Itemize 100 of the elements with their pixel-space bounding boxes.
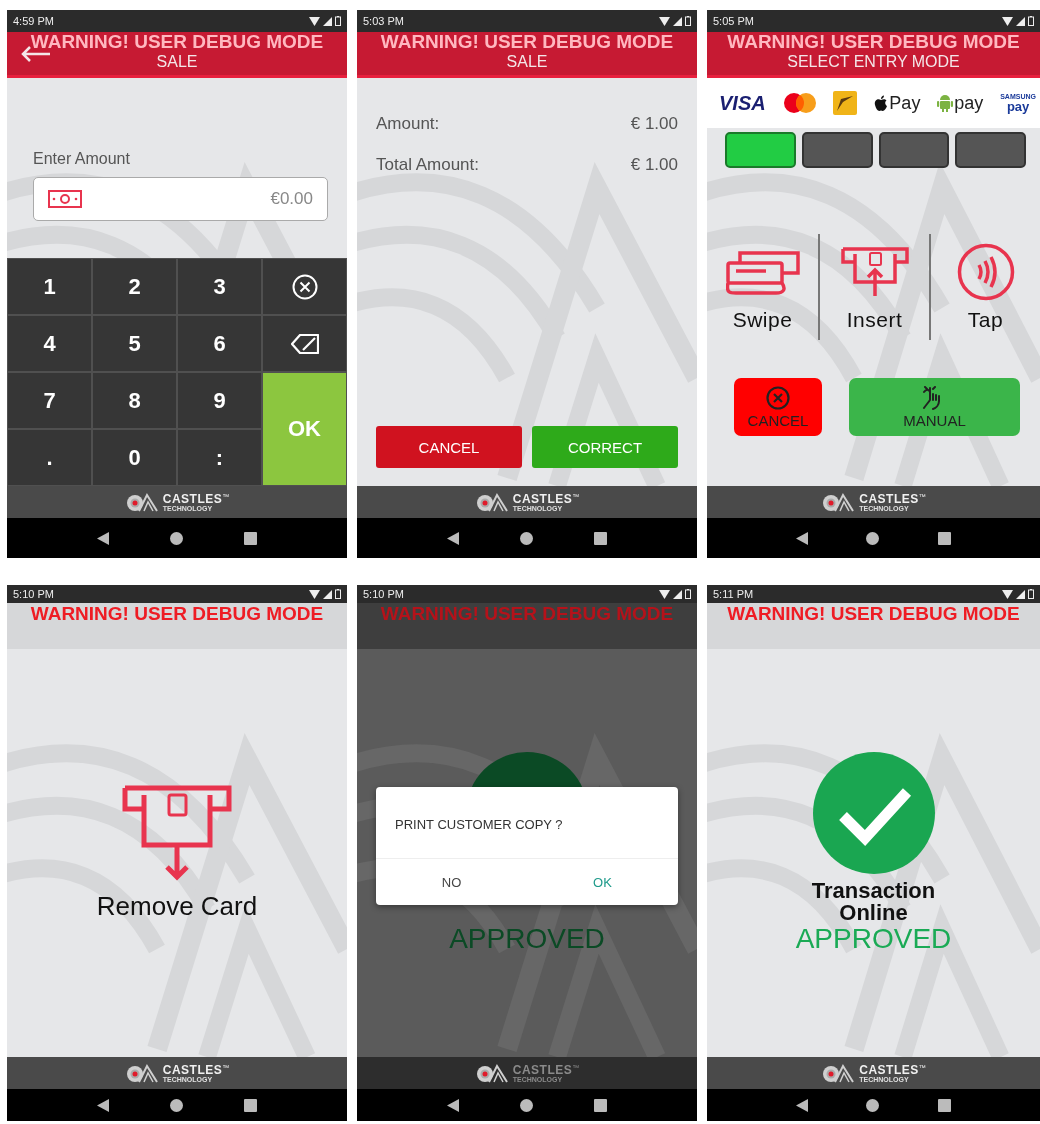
row-value: € 1.00: [630, 114, 678, 134]
keypad-key[interactable]: 8: [92, 372, 177, 429]
home-icon[interactable]: [866, 531, 880, 545]
signal-icon: [323, 589, 332, 599]
back-icon[interactable]: [796, 1098, 809, 1112]
battery-icon: [685, 16, 691, 26]
home-icon[interactable]: [520, 531, 533, 545]
logo-icon: [474, 492, 509, 512]
home-icon[interactable]: [170, 531, 183, 545]
status-time: 4:59 PM: [13, 15, 54, 27]
brand-name: CASTLES: [512, 1063, 573, 1076]
approved-status: APPROVED: [795, 924, 952, 954]
keypad-key[interactable]: 7: [7, 372, 92, 429]
cancel-button[interactable]: CANCEL: [734, 378, 822, 436]
recents-icon[interactable]: [593, 531, 607, 545]
signal-icon: [673, 589, 682, 599]
keypad-key[interactable]: 1: [7, 258, 92, 315]
approved-status: APPROVED: [449, 924, 605, 954]
entry-option-label[interactable]: Insert: [846, 308, 903, 332]
keypad-key[interactable]: :: [177, 429, 262, 486]
keypad-key[interactable]: 3: [177, 258, 262, 315]
home-icon[interactable]: [866, 1098, 880, 1112]
robot-icon: [937, 94, 954, 112]
logo-icon: [124, 492, 159, 512]
keypad-key[interactable]: 6: [177, 315, 262, 372]
keypad-key[interactable]: 2: [92, 258, 177, 315]
status-time: 5:11 PM: [713, 588, 754, 600]
logo-icon: [474, 1063, 509, 1083]
pay-logo-text: pay: [1006, 100, 1030, 113]
keypad-key[interactable]: .: [7, 429, 92, 486]
entry-option-label[interactable]: Tap: [967, 308, 1004, 332]
no-button[interactable]: NO: [376, 859, 527, 905]
battery-icon: [1028, 589, 1034, 599]
keypad-key[interactable]: 5: [92, 315, 177, 372]
battery-icon: [335, 16, 341, 26]
row-label: Total Amount:: [376, 155, 479, 175]
signal-icon: [1016, 16, 1025, 26]
keypad-key[interactable]: 0: [92, 429, 177, 486]
wifi-icon: [1002, 589, 1013, 599]
signal-icon: [323, 16, 332, 26]
recents-icon[interactable]: [937, 531, 951, 545]
back-icon[interactable]: [97, 1098, 110, 1112]
back-icon[interactable]: [97, 531, 110, 545]
back-icon[interactable]: [796, 531, 809, 545]
result-text: Online: [839, 902, 908, 924]
overlapping-circles-icon: [782, 92, 817, 114]
status-time: 5:10 PM: [13, 588, 54, 600]
signal-icon: [1016, 589, 1025, 599]
ok-button[interactable]: OK: [527, 859, 678, 905]
status-time: 5:03 PM: [363, 15, 404, 27]
wifi-icon: [309, 589, 320, 599]
brand-name: CASTLES: [162, 1063, 223, 1076]
brand-name: CASTLES: [859, 1063, 919, 1076]
manual-button[interactable]: MANUAL: [849, 378, 1020, 436]
amount-field[interactable]: €0.00: [33, 177, 328, 221]
apple-icon: [874, 94, 889, 112]
debug-warning: WARNING! USER DEBUG MODE: [30, 604, 324, 624]
clear-key[interactable]: [262, 258, 347, 315]
logo-icon: [821, 1063, 856, 1083]
result-text: Transaction: [811, 880, 936, 902]
contactless-icon: [956, 243, 1015, 301]
row-label: Amount:: [376, 114, 440, 134]
debug-warning: WARNING! USER DEBUG MODE: [727, 32, 1020, 52]
home-icon[interactable]: [520, 1098, 533, 1112]
wifi-icon: [659, 589, 670, 599]
screen-title: SELECT ENTRY MODE: [787, 52, 960, 72]
back-icon[interactable]: [447, 531, 460, 545]
cancel-button[interactable]: CANCEL: [376, 426, 522, 468]
brand-name: CASTLES: [859, 492, 919, 505]
field-label: Enter Amount: [33, 150, 131, 168]
row-value: € 1.00: [630, 155, 678, 175]
logo-icon: [124, 1063, 159, 1083]
home-icon[interactable]: [170, 1098, 183, 1112]
close-icon: [766, 385, 790, 410]
backspace-icon: [290, 333, 319, 354]
recents-icon[interactable]: [243, 531, 257, 545]
wifi-icon: [659, 16, 670, 26]
keypad-key[interactable]: 4: [7, 315, 92, 372]
keypad-key[interactable]: 9: [177, 372, 262, 429]
card-remove-icon: [122, 784, 232, 881]
brand-name: CASTLES: [162, 492, 223, 505]
backspace-key[interactable]: [262, 315, 347, 372]
recents-icon[interactable]: [243, 1098, 257, 1112]
back-icon[interactable]: [447, 1098, 460, 1112]
debug-warning: WARNING! USER DEBUG MODE: [727, 604, 1020, 624]
screen-title: SALE: [156, 52, 198, 72]
recents-icon[interactable]: [593, 1098, 607, 1112]
card-icon: [833, 91, 858, 115]
brand-name: CASTLES: [512, 492, 573, 505]
wifi-icon: [309, 16, 320, 26]
screen-title: SALE: [506, 52, 548, 72]
back-arrow-icon[interactable]: [21, 46, 51, 62]
visa-logo: VISA: [719, 91, 766, 115]
recents-icon[interactable]: [937, 1098, 951, 1112]
remove-card-message: Remove Card: [96, 890, 258, 922]
checkmark-circle-icon: [812, 752, 935, 874]
pay-logo-text: pay: [954, 92, 984, 114]
dialog-message: PRINT CUSTOMER COPY ?: [376, 787, 678, 859]
banknote-icon: [48, 190, 82, 208]
entry-option-label[interactable]: Swipe: [732, 308, 793, 332]
